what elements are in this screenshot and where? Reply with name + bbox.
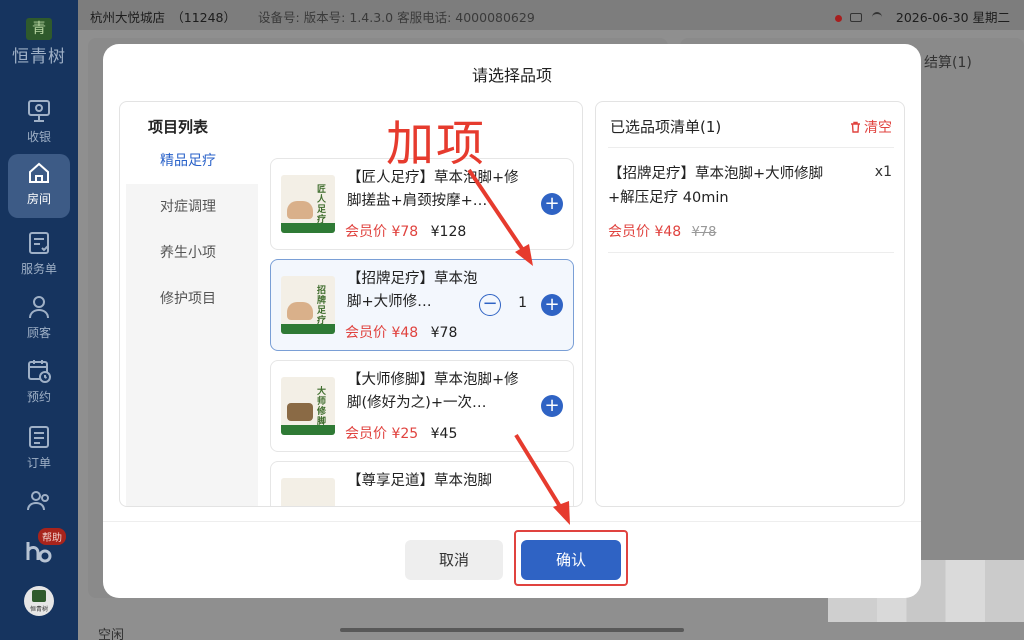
category-item[interactable]: 对症调理 <box>126 184 258 230</box>
member-price-label: 会员价 <box>345 426 387 442</box>
nav-label: 预约 <box>26 390 51 404</box>
regular-price: ¥128 <box>430 224 467 240</box>
thumb-label: 招牌足疗 <box>317 286 327 326</box>
staff-group-icon <box>27 491 49 511</box>
home-indicator[interactable] <box>340 628 684 632</box>
room-status-idle: 空闲 <box>98 628 125 640</box>
store-name: 杭州大悦城店 （11248） <box>90 10 237 25</box>
nav-orders[interactable]: 订单 <box>0 424 78 471</box>
clear-label: 清空 <box>864 120 892 136</box>
category-list: 精品足疗 对症调理 养生小项 修护项目 <box>126 138 258 506</box>
member-price: ¥48 <box>654 224 682 240</box>
selected-list-title: 已选品项清单(1) <box>610 118 722 136</box>
item-name: 【招牌足疗】草本泡脚+大师修… <box>347 271 478 310</box>
regular-price: ¥78 <box>430 325 458 341</box>
add-button[interactable]: + <box>541 294 563 316</box>
clear-button[interactable]: 清空 <box>850 117 892 137</box>
brand-logo: 青 <box>26 18 52 40</box>
nav-label: 收银 <box>26 130 51 144</box>
item-price: 会员价 ¥78 ¥128 <box>345 221 466 241</box>
nav-label: 房间 <box>26 192 51 206</box>
mini-logo-mark <box>32 590 46 602</box>
help-widget[interactable]: 帮助 <box>22 528 66 568</box>
item-thumbnail <box>281 478 335 506</box>
annotation-highlight-box <box>514 530 628 586</box>
selected-item-qty: x1 <box>874 164 892 180</box>
item-name: 【尊享足道】草本泡脚 <box>347 473 492 489</box>
member-price-label: 会员价 <box>345 224 387 240</box>
selected-items-panel: 已选品项清单(1) 清空 【招牌足疗】草本泡脚+大师修脚+解压足疗 40min … <box>595 101 905 507</box>
thumb-figure <box>287 302 313 320</box>
add-button[interactable]: + <box>541 395 563 417</box>
customer-icon <box>29 296 49 319</box>
item-name: 【大师修脚】草本泡脚+修脚(修好为之)+一次… <box>347 372 519 411</box>
thumb-band <box>281 324 335 334</box>
select-item-dialog: 请选择品项 项目列表 精品足疗 对症调理 养生小项 修护项目 匠人足疗 【匠人足… <box>103 44 921 598</box>
nav-label: 订单 <box>26 456 51 470</box>
order-list-icon <box>29 426 49 448</box>
calendar-clock-icon <box>28 360 51 383</box>
brand: 青 恒青树 <box>0 18 78 67</box>
nav-service-order[interactable]: 服务单 <box>0 230 78 277</box>
item-price: 会员价 ¥48 ¥78 <box>345 322 457 342</box>
category-item[interactable]: 精品足疗 <box>126 138 258 184</box>
nav-label: 顾客 <box>26 326 51 340</box>
home-icon <box>29 162 49 183</box>
nav-rooms[interactable]: 房间 <box>8 154 70 218</box>
record-dot-icon <box>834 15 842 22</box>
member-price-label: 会员价 <box>608 224 650 240</box>
thumb-label: 匠人足疗 <box>317 185 327 225</box>
brand-name: 恒青树 <box>12 47 66 67</box>
nav-label: 服务单 <box>20 262 57 276</box>
trash-icon <box>851 121 860 133</box>
cashier-monitor-icon <box>28 100 50 122</box>
camera-off-icon <box>849 13 862 22</box>
regular-price: ¥45 <box>430 426 458 442</box>
item-quantity: 1 <box>518 295 527 311</box>
mini-logo-text: 恒青树 <box>29 606 48 613</box>
thumb-figure <box>287 201 313 219</box>
selected-item-name: 【招牌足疗】草本泡脚+大师修脚+解压足疗 40min <box>608 166 824 206</box>
category-item[interactable]: 养生小项 <box>126 230 258 276</box>
nav-cashier[interactable]: 收银 <box>0 98 78 145</box>
divider <box>608 147 894 148</box>
member-price: ¥78 <box>391 224 419 240</box>
help-badge: 帮助 <box>38 528 66 545</box>
device-info: 设备号: 版本号: 1.4.3.0 客服电话: 4000080629 <box>258 10 535 25</box>
nav-customer[interactable]: 顾客 <box>0 294 78 341</box>
dialog-title: 请选择品项 <box>471 66 552 85</box>
divider <box>608 252 894 253</box>
add-button[interactable]: + <box>541 193 563 215</box>
datetime: 2026-06-30 星期二 <box>895 10 1010 25</box>
sidebar: 青 恒青树 收银 房间 服务单 顾客 预约 订单 帮助 恒青树 <box>0 0 78 640</box>
mini-logo: 恒青树 <box>24 586 54 616</box>
thumb-label: 大师修脚 <box>317 387 327 427</box>
item-price: 会员价 ¥25 ¥45 <box>345 423 457 443</box>
project-list-title: 项目列表 <box>148 118 209 136</box>
annotation-arrow-icon <box>467 168 533 266</box>
nav-appointment[interactable]: 预约 <box>0 358 78 405</box>
thumb-band <box>281 425 335 435</box>
decrease-button[interactable]: − <box>479 294 501 316</box>
selected-item-price: 会员价 ¥48 ¥78 <box>608 221 716 241</box>
item-thumbnail: 招牌足疗 <box>281 276 335 334</box>
thumb-band <box>281 223 335 233</box>
member-price-label: 会员价 <box>345 325 387 341</box>
original-price: ¥78 <box>691 225 717 240</box>
category-item[interactable]: 修护项目 <box>126 276 258 322</box>
annotation-arrow-icon <box>514 433 570 525</box>
member-price: ¥25 <box>391 426 419 442</box>
nav-staff[interactable] <box>0 488 78 518</box>
thumb-figure <box>287 403 313 421</box>
item-thumbnail: 匠人足疗 <box>281 175 335 233</box>
status-right: 2026-06-30 星期二 <box>834 7 1010 26</box>
status-bar: 杭州大悦城店 （11248） 设备号: 版本号: 1.4.3.0 客服电话: 4… <box>78 0 1024 30</box>
cancel-button[interactable]: 取消 <box>405 540 503 580</box>
service-order-icon <box>29 232 49 254</box>
member-price: ¥48 <box>391 325 419 341</box>
wifi-off-icon <box>871 12 882 22</box>
item-thumbnail: 大师修脚 <box>281 377 335 435</box>
checkout-tab[interactable]: 结算(1) <box>924 52 972 72</box>
